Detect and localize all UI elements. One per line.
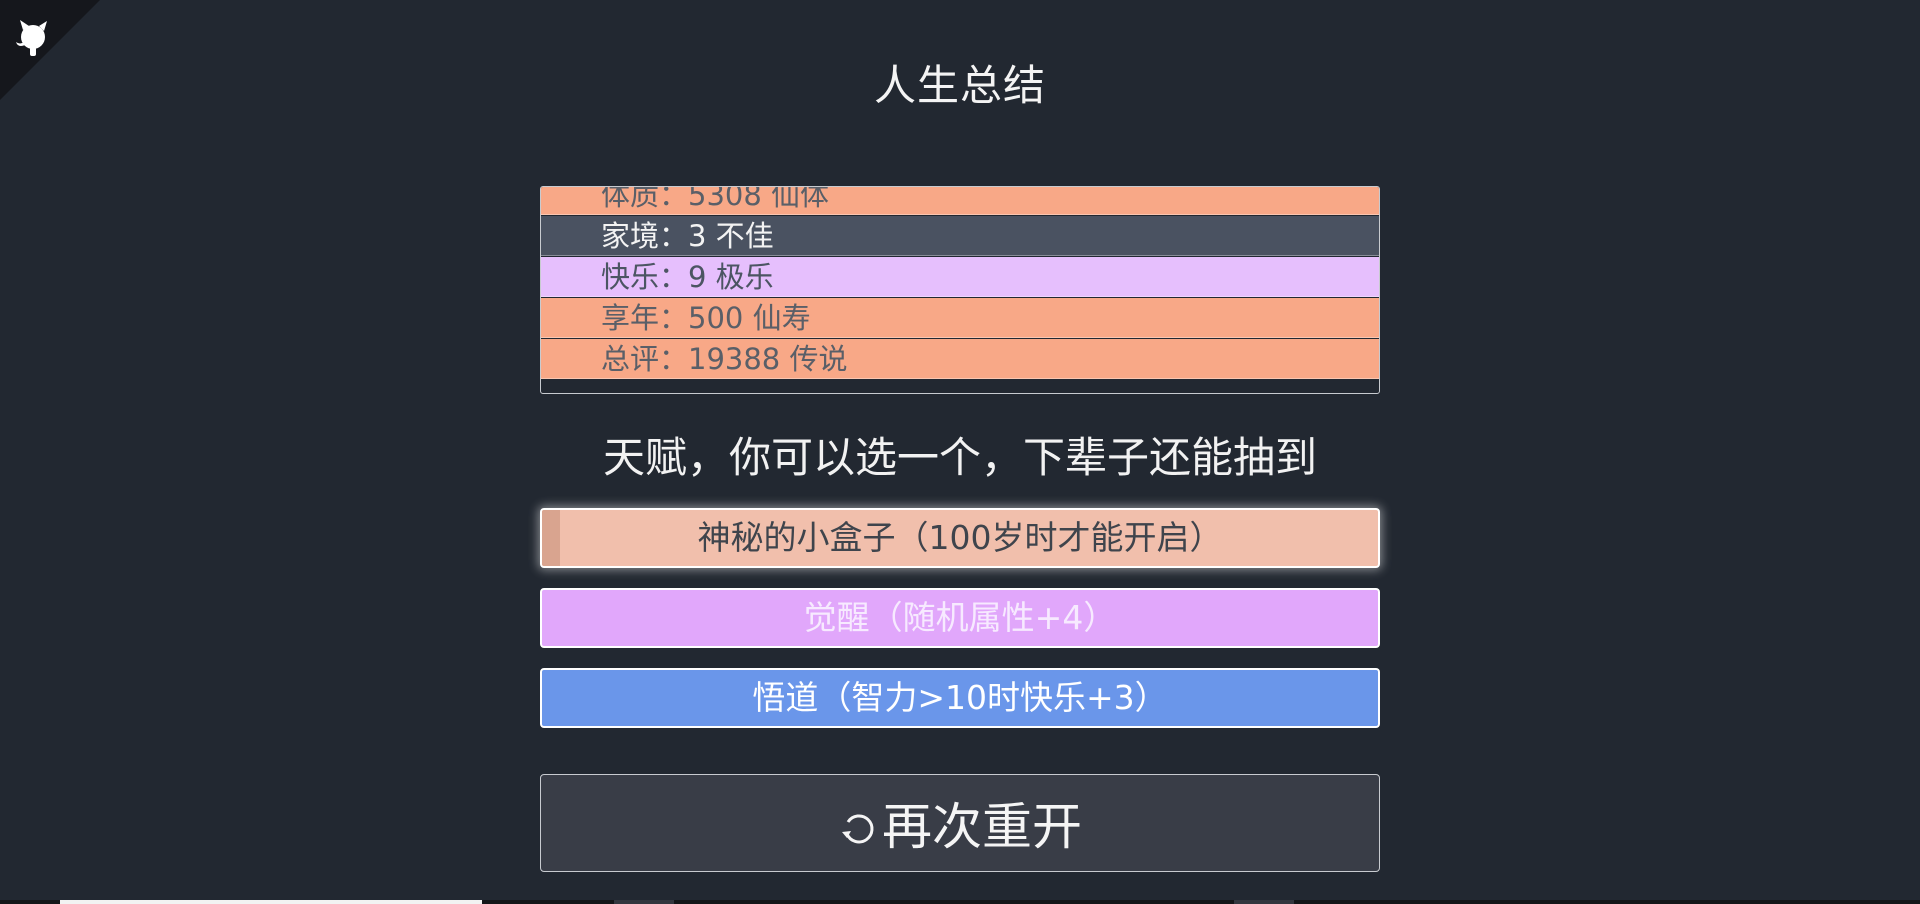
progress-segment <box>614 900 674 904</box>
talent-label: 神秘的小盒子（100岁时才能开启） <box>697 518 1223 557</box>
talent-option-awakening[interactable]: 觉醒（随机属性+4） <box>540 588 1380 648</box>
restart-button[interactable]: 再次重开 <box>540 774 1380 872</box>
refresh-icon <box>842 814 874 844</box>
summary-row-family: 家境：3 不佳 <box>541 216 1379 256</box>
life-summary-screen: 人生总结 体质：5308 仙体 家境：3 不佳 快乐：9 极乐 享年：500 仙… <box>0 0 1920 904</box>
talent-label: 悟道（智力>10时快乐+3） <box>752 678 1168 717</box>
page-title: 人生总结 <box>873 61 1046 110</box>
selected-indicator <box>542 510 560 566</box>
summary-row-overall: 总评：19388 传说 <box>541 339 1379 379</box>
summary-list[interactable]: 体质：5308 仙体 家境：3 不佳 快乐：9 极乐 享年：500 仙寿 总评：… <box>540 186 1380 394</box>
summary-row-happiness: 快乐：9 极乐 <box>541 257 1379 297</box>
progress-fill <box>60 900 482 904</box>
talent-option-enlightenment[interactable]: 悟道（智力>10时快乐+3） <box>540 668 1380 728</box>
talent-prompt: 天赋，你可以选一个，下辈子还能抽到 <box>602 433 1317 482</box>
summary-row-physique: 体质：5308 仙体 <box>541 187 1379 215</box>
talent-option-mystery-box[interactable]: 神秘的小盒子（100岁时才能开启） <box>540 508 1380 568</box>
restart-label: 再次重开 <box>882 798 1082 856</box>
summary-row-lifespan: 享年：500 仙寿 <box>541 298 1379 338</box>
progress-segment <box>1234 900 1294 904</box>
talent-label: 觉醒（随机属性+4） <box>803 598 1117 637</box>
